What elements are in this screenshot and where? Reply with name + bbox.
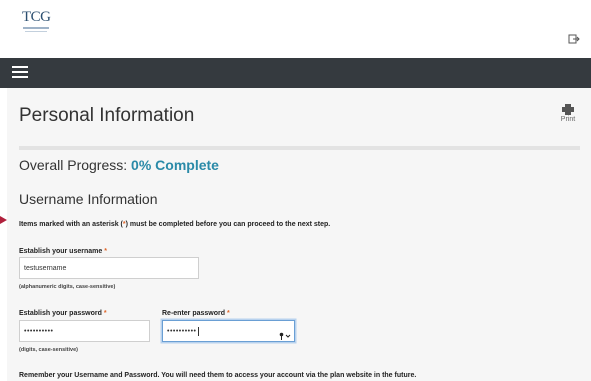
required-asterisk: * (104, 248, 107, 255)
required-asterisk: * (226, 310, 230, 317)
navigation-bar (0, 58, 591, 88)
overall-progress: Overall Progress: 0% Complete (19, 157, 219, 173)
printer-icon (562, 104, 574, 115)
section-title: Username Information (19, 191, 158, 207)
reenter-password-input[interactable]: •••••••••• (162, 320, 295, 342)
print-button[interactable]: Print (556, 104, 580, 123)
password-input[interactable]: •••••••••• (19, 320, 150, 342)
logout-icon[interactable] (568, 32, 580, 44)
reenter-password-value: •••••••••• (167, 327, 197, 335)
required-asterisk: * (103, 310, 107, 317)
progress-label: Overall Progress: (19, 157, 132, 173)
username-hint: (alphanumeric digits, case-sensitive) (19, 284, 116, 290)
pointer-arrow (0, 216, 7, 224)
progress-value: 0% Complete (131, 157, 219, 173)
required-fields-note: Items marked with an asterisk (*) must b… (19, 221, 331, 228)
top-header (0, 0, 591, 58)
progress-divider (19, 146, 580, 150)
password-label: Establish your password * (19, 310, 107, 317)
reenter-password-label: Re-enter password * (162, 310, 230, 317)
hamburger-menu-icon[interactable] (12, 66, 28, 80)
username-input[interactable]: testusername (19, 257, 199, 279)
password-hint: (digits, case-sensitive) (19, 347, 78, 353)
text-caret (197, 326, 199, 336)
credentials-reminder: Remember your Username and Password. You… (19, 372, 417, 379)
key-dropdown-icon[interactable] (279, 327, 291, 340)
tcg-logo[interactable]: TCG (22, 8, 51, 36)
logo-tagline-line (25, 31, 47, 32)
logo-underline (23, 27, 49, 29)
page-title: Personal Information (19, 105, 195, 126)
username-label: Establish your username * (19, 248, 107, 255)
logo-text: TCG (22, 9, 51, 25)
print-label: Print (560, 116, 576, 123)
